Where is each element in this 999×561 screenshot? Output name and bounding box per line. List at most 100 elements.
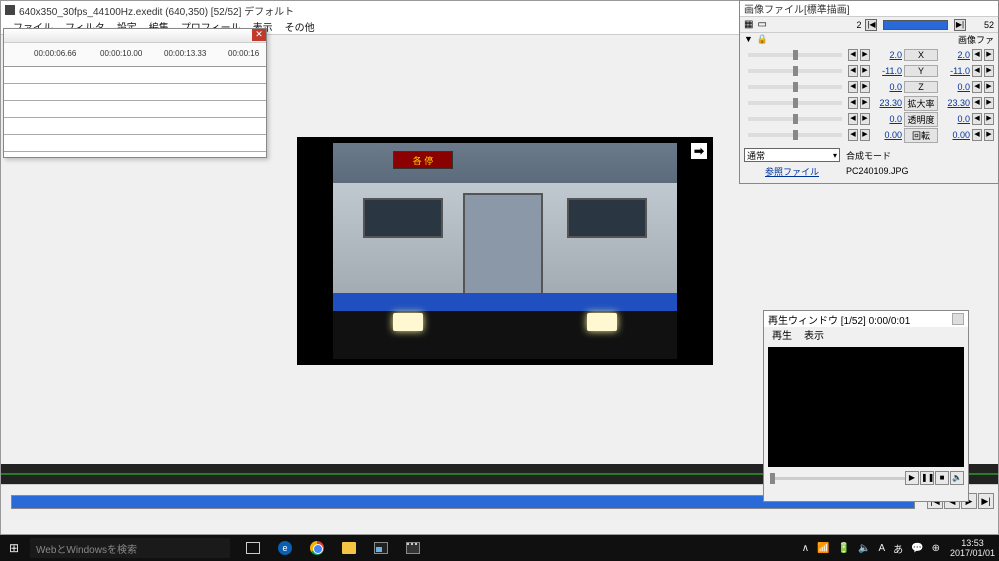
frame-start: 2 [837, 20, 861, 30]
search-input[interactable]: WebとWindowsを検索 [30, 538, 230, 558]
play-menu-play[interactable]: 再生 [772, 327, 792, 342]
increment-button[interactable]: ▶ [984, 129, 994, 141]
toggle-icon[interactable]: ▭ [757, 19, 766, 30]
value-left[interactable]: 0.0 [872, 114, 902, 124]
menu-other[interactable]: その他 [285, 19, 315, 34]
tray-network-icon[interactable]: 📶 [817, 543, 829, 554]
increment-button[interactable]: ▶ [984, 65, 994, 77]
chrome-icon[interactable] [302, 535, 332, 561]
increment-button[interactable]: ▶ [860, 97, 870, 109]
decrement-button[interactable]: ◀ [848, 113, 858, 125]
playback-titlebar: 再生ウィンドウ [1/52] 0:00/0:01 [764, 311, 968, 327]
increment-button[interactable]: ▶ [860, 129, 870, 141]
increment-button[interactable]: ▶ [860, 81, 870, 93]
system-tray: ∧ 📶 🔋 🔈 A あ 💬 ⊕ [796, 541, 946, 556]
frame-bar[interactable] [883, 20, 948, 30]
tray-battery-icon[interactable]: 🔋 [838, 543, 850, 554]
close-icon[interactable]: ✕ [252, 29, 266, 41]
close-icon[interactable] [952, 313, 964, 325]
timeline-track[interactable] [4, 101, 266, 118]
movie-app-icon[interactable] [398, 535, 428, 561]
play-menu-view[interactable]: 表示 [804, 327, 824, 342]
value-right[interactable]: 2.0 [940, 50, 970, 60]
decrement-button[interactable]: ◀ [848, 129, 858, 141]
timeline-tracks[interactable] [4, 67, 266, 152]
playback-thumb[interactable] [770, 473, 775, 484]
decrement-button[interactable]: ◀ [848, 97, 858, 109]
photos-icon[interactable] [366, 535, 396, 561]
value-left[interactable]: 0.00 [872, 130, 902, 140]
edge-icon[interactable]: e [270, 535, 300, 561]
value-slider[interactable] [748, 117, 842, 121]
value-right[interactable]: -11.0 [940, 66, 970, 76]
decrement-button[interactable]: ◀ [972, 81, 982, 93]
collapse-icon[interactable]: ▼ [744, 34, 753, 44]
tray-lang-icon[interactable]: あ [893, 541, 903, 556]
value-right[interactable]: 0.0 [940, 82, 970, 92]
timeline-track[interactable] [4, 135, 266, 152]
lock-icon[interactable]: 🔒 [757, 34, 768, 45]
value-slider[interactable] [748, 101, 842, 105]
decrement-button[interactable]: ◀ [972, 129, 982, 141]
start-button[interactable]: ⊞ [0, 535, 28, 561]
decor-headlight [587, 313, 617, 331]
increment-button[interactable]: ▶ [984, 81, 994, 93]
value-left[interactable]: 2.0 [872, 50, 902, 60]
decrement-button[interactable]: ◀ [848, 81, 858, 93]
seek-last-button[interactable]: ▶| [978, 493, 994, 509]
blend-mode-combo[interactable]: 通常 [744, 148, 840, 162]
playback-menu: 再生 表示 [764, 327, 968, 341]
tray-ime-icon[interactable]: A [878, 543, 885, 554]
volume-button[interactable]: 🔈 [950, 471, 964, 485]
decrement-button[interactable]: ◀ [972, 49, 982, 61]
value-right[interactable]: 0.0 [940, 114, 970, 124]
increment-button[interactable]: ▶ [984, 97, 994, 109]
decor-stripe [333, 293, 677, 311]
time-label: 00:00:06.66 [34, 49, 76, 58]
increment-button[interactable]: ▶ [860, 49, 870, 61]
timeline-ruler[interactable]: 00:00:06.66 00:00:10.00 00:00:13.33 00:0… [4, 43, 266, 67]
timeline-track[interactable] [4, 84, 266, 101]
timeline-track[interactable] [4, 118, 266, 135]
toggle-icon[interactable]: ▦ [744, 19, 753, 30]
playback-buttons: ▶ ❚❚ ■ 🔈 [905, 471, 964, 485]
increment-button[interactable]: ▶ [984, 49, 994, 61]
value-slider[interactable] [748, 69, 842, 73]
play-button[interactable]: ▶ [905, 471, 919, 485]
value-left[interactable]: -11.0 [872, 66, 902, 76]
taskbar-clock[interactable]: 13:53 2017/01/01 [946, 538, 999, 558]
taskview-icon[interactable] [238, 535, 268, 561]
decrement-button[interactable]: ◀ [848, 49, 858, 61]
value-left[interactable]: 23.30 [872, 98, 902, 108]
tray-action-icon[interactable]: ⊕ [932, 543, 940, 554]
frame-first-button[interactable]: |◀ [865, 19, 877, 31]
stop-button[interactable]: ■ [935, 471, 949, 485]
property-row: ◀▶23.30拡大率23.30◀▶ [744, 95, 994, 111]
increment-button[interactable]: ▶ [860, 65, 870, 77]
explorer-icon[interactable] [334, 535, 364, 561]
property-row: ◀▶0.0Z0.0◀▶ [744, 79, 994, 95]
pause-button[interactable]: ❚❚ [920, 471, 934, 485]
playback-track[interactable] [770, 477, 908, 480]
increment-button[interactable]: ▶ [860, 113, 870, 125]
playback-window: 再生ウィンドウ [1/52] 0:00/0:01 再生 表示 ▶ ❚❚ ■ 🔈 [763, 310, 969, 502]
increment-button[interactable]: ▶ [984, 113, 994, 125]
clock-date: 2017/01/01 [950, 548, 995, 558]
value-slider[interactable] [748, 53, 842, 57]
tray-volume-icon[interactable]: 🔈 [858, 543, 870, 554]
value-right[interactable]: 23.30 [940, 98, 970, 108]
timeline-track[interactable] [4, 67, 266, 84]
decrement-button[interactable]: ◀ [848, 65, 858, 77]
value-slider[interactable] [748, 85, 842, 89]
value-left[interactable]: 0.0 [872, 82, 902, 92]
value-slider[interactable] [748, 133, 842, 137]
tray-overflow-icon[interactable]: ∧ [802, 543, 809, 554]
value-right[interactable]: 0.00 [940, 130, 970, 140]
tray-notify-icon[interactable]: 💬 [911, 543, 923, 554]
decrement-button[interactable]: ◀ [972, 113, 982, 125]
next-frame-button[interactable]: ➡ [691, 143, 707, 159]
frame-last-button[interactable]: ▶| [954, 19, 966, 31]
decrement-button[interactable]: ◀ [972, 65, 982, 77]
decrement-button[interactable]: ◀ [972, 97, 982, 109]
ref-file-label[interactable]: 参照ファイル [744, 165, 840, 178]
